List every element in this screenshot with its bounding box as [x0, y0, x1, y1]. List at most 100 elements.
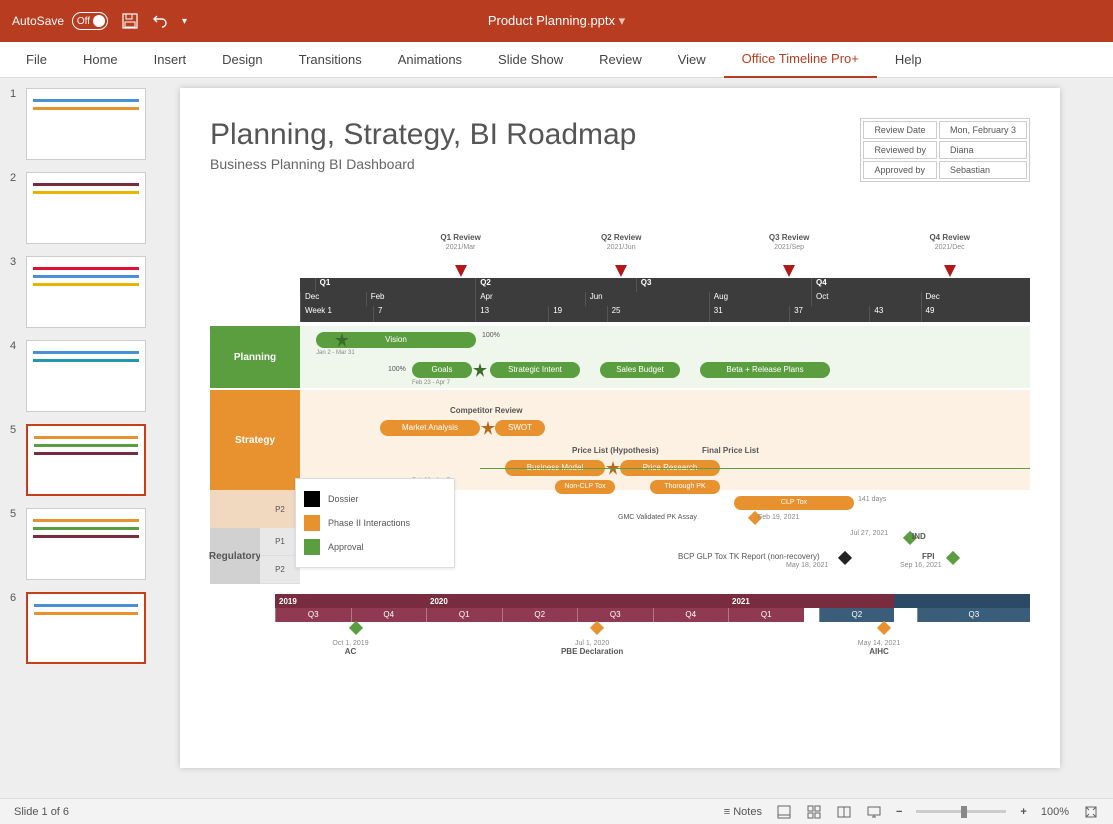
clp-days: 141 days: [858, 496, 886, 503]
ribbon-tab-file[interactable]: File: [8, 42, 65, 78]
ribbon-tab-review[interactable]: Review: [581, 42, 660, 78]
swimlane-label-planning: Planning: [210, 326, 300, 388]
undo-icon[interactable]: [152, 13, 168, 29]
review-marker-icon: [455, 265, 467, 277]
price-hyp-label: Price List (Hypothesis): [572, 446, 659, 455]
task-clp: CLP Tox: [734, 496, 854, 510]
ribbon-tabs: FileHomeInsertDesignTransitionsAnimation…: [0, 42, 1113, 78]
legend-swatch-dossier: [304, 491, 320, 507]
review-label: Q1 Review2021/Mar: [440, 233, 480, 251]
slide-thumbnails-panel: 1234556: [0, 78, 170, 798]
task-beta-release: Beta + Release Plans: [700, 362, 830, 378]
zoom-out-icon[interactable]: −: [896, 806, 902, 818]
slide-thumbnail[interactable]: [26, 88, 146, 160]
slide-thumbnail[interactable]: [26, 592, 146, 664]
progress-line: [480, 468, 1030, 469]
vision-pct: 100%: [482, 332, 500, 339]
ribbon-tab-view[interactable]: View: [660, 42, 724, 78]
ribbon-tab-insert[interactable]: Insert: [136, 42, 205, 78]
ribbon-tab-transitions[interactable]: Transitions: [281, 42, 380, 78]
slide-thumbnail[interactable]: [26, 508, 146, 580]
slide-indicator: Slide 1 of 6: [14, 806, 69, 818]
bottom-quarter: Q3: [917, 608, 1030, 622]
bottom-quarters: Q3Q4Q1Q2Q3Q4Q1Q2Q3: [275, 608, 1030, 622]
slide-thumbnail[interactable]: [26, 172, 146, 244]
bottom-quarter: Q2: [819, 608, 895, 622]
slide-canvas: Planning, Strategy, BI Roadmap Business …: [180, 88, 1060, 768]
bottom-quarter: Q1: [426, 608, 502, 622]
task-goals: Goals: [412, 362, 472, 378]
fit-icon[interactable]: [1083, 804, 1099, 820]
normal-view-icon[interactable]: [776, 804, 792, 820]
milestone-diamond-icon: [877, 621, 891, 635]
info-cell: Approved by: [863, 161, 937, 179]
milestone-burst-icon: [481, 421, 495, 435]
milestone-burst-icon: [335, 333, 349, 347]
bottom-year: [894, 594, 1030, 608]
autosave-label: AutoSave: [12, 14, 64, 28]
reading-view-icon[interactable]: [836, 804, 852, 820]
legend-dossier: Dossier: [328, 494, 359, 504]
customize-icon[interactable]: ▾: [182, 16, 187, 27]
zoom-handle[interactable]: [961, 806, 967, 818]
timescale-quarter: Q4: [811, 278, 827, 292]
comp-review-label: Competitor Review: [450, 406, 522, 415]
slideshow-icon[interactable]: [866, 804, 882, 820]
swimlane-strategy: Strategy Competitor Review Market Analys…: [210, 390, 1030, 490]
slide-editor-area[interactable]: Planning, Strategy, BI Roadmap Business …: [170, 78, 1113, 798]
review-marker-icon: [783, 265, 795, 277]
ribbon-tab-help[interactable]: Help: [877, 42, 940, 78]
milestone-label: Jul 1, 2020PBE Declaration: [561, 638, 623, 656]
ribbon-tab-slide-show[interactable]: Slide Show: [480, 42, 581, 78]
legend-swatch-approval: [304, 539, 320, 555]
milestone-label: May 14, 2021AIHC: [858, 638, 900, 656]
review-markers: Q1 Review2021/MarQ2 Review2021/JunQ3 Rev…: [300, 233, 1030, 273]
slide-thumbnail[interactable]: [26, 256, 146, 328]
ind-label: IND: [912, 532, 926, 541]
milestone-label: Oct 1, 2019AC: [332, 638, 368, 656]
sorter-view-icon[interactable]: [806, 804, 822, 820]
review-label: Q3 Review2021/Sep: [769, 233, 809, 251]
swimlane-label-regulatory: Regulatory: [210, 528, 260, 584]
task-nonclp: Non-CLP Tox: [555, 480, 615, 494]
bottom-year: 2019: [275, 594, 426, 608]
bottom-timeline: 201920202021 Q3Q4Q1Q2Q3Q4Q1Q2Q3 Oct 1, 2…: [275, 594, 1030, 682]
ribbon-tab-home[interactable]: Home: [65, 42, 136, 78]
ribbon-tab-office-timeline-pro-[interactable]: Office Timeline Pro+: [724, 42, 877, 78]
timescale-week: Week 1: [300, 306, 332, 322]
info-cell: Reviewed by: [863, 141, 937, 159]
ribbon-tab-design[interactable]: Design: [204, 42, 280, 78]
milestone-diamond-icon: [348, 621, 362, 635]
autosave-toggle[interactable]: Off: [72, 12, 108, 30]
zoom-slider[interactable]: [916, 810, 1006, 813]
vision-dates: Jan 2 - Mar 31: [316, 350, 355, 356]
bottom-quarter: Q4: [653, 608, 729, 622]
save-icon[interactable]: [122, 13, 138, 29]
slide-thumbnail[interactable]: [26, 340, 146, 412]
notes-button[interactable]: ≡ Notes: [724, 806, 762, 818]
zoom-in-icon[interactable]: +: [1020, 806, 1026, 818]
autosave-control[interactable]: AutoSave Off: [12, 12, 108, 30]
ribbon-tab-animations[interactable]: Animations: [380, 42, 480, 78]
diamond-icon: [838, 551, 852, 565]
review-marker-icon: [615, 265, 627, 277]
timescale-week: 19: [548, 306, 562, 322]
timescale-week: 7: [373, 306, 382, 322]
info-cell: Review Date: [863, 121, 937, 139]
timescale-month: Jun: [585, 292, 603, 306]
slide-thumbnail[interactable]: [26, 424, 146, 496]
bottom-quarter: Q1: [728, 608, 804, 622]
info-cell: Mon, February 3: [939, 121, 1027, 139]
legend-approval: Approval: [328, 542, 364, 552]
swimlane-planning: Planning Vision 100% Jan 2 - Mar 31 100%…: [210, 326, 1030, 388]
timescale-quarter: Q3: [636, 278, 652, 292]
bottom-quarter: Q3: [275, 608, 351, 622]
strategy-lane: Competitor Review Market Analysis SWOT P…: [300, 390, 1030, 490]
legend-popup: Dossier Phase II Interactions Approval: [295, 478, 455, 568]
legend-swatch-phase2: [304, 515, 320, 531]
document-title: Product Planning.pptx ▾: [488, 13, 625, 29]
gmc-date: Feb 19, 2021: [758, 514, 799, 521]
row2-pct: 100%: [388, 366, 406, 373]
info-table: Review DateMon, February 3Reviewed byDia…: [860, 118, 1030, 182]
zoom-level: 100%: [1041, 806, 1069, 818]
